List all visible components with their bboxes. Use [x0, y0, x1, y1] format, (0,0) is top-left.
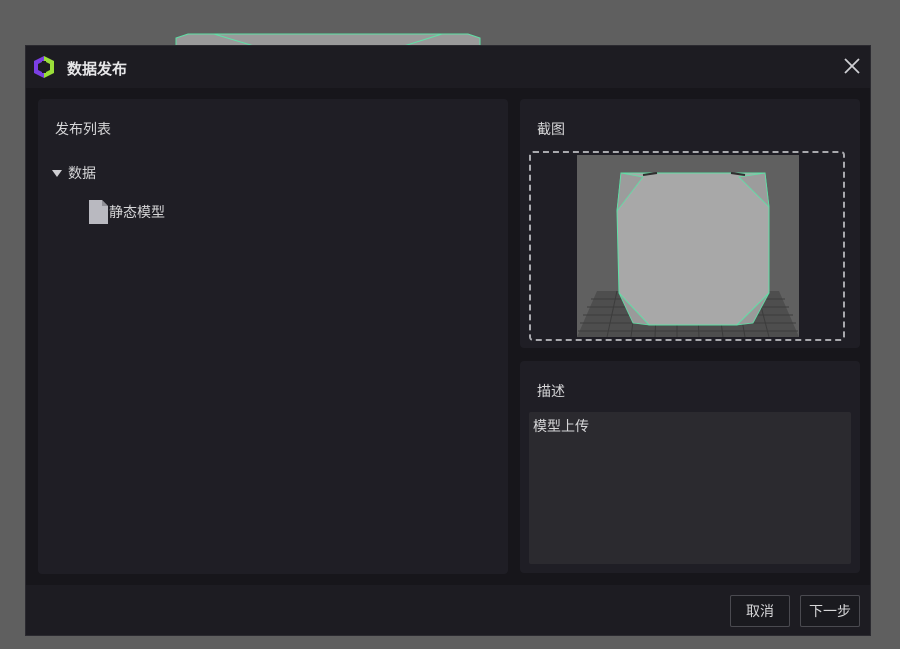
publish-list-panel: 发布列表 数据 静态模型 — [38, 99, 508, 574]
close-icon[interactable] — [842, 56, 862, 76]
next-button[interactable]: 下一步 — [800, 595, 860, 627]
description-panel: 描述 模型上传 — [520, 361, 860, 573]
tree-item-label: 静态模型 — [109, 205, 165, 221]
dialog-footer: 取消 下一步 — [26, 585, 870, 635]
tree-node-label: 数据 — [68, 166, 96, 182]
file-icon — [89, 200, 108, 224]
caret-down-icon[interactable] — [52, 169, 62, 177]
publish-list-title: 发布列表 — [55, 122, 111, 138]
app-logo-icon — [34, 56, 54, 78]
tree-item-static-model[interactable]: 静态模型 — [88, 199, 165, 225]
cancel-button[interactable]: 取消 — [730, 595, 790, 627]
description-title: 描述 — [537, 384, 565, 400]
screenshot-panel: 截图 — [520, 99, 860, 348]
dialog-titlebar: 数据发布 — [26, 46, 870, 88]
description-textarea[interactable]: 模型上传 — [529, 412, 851, 564]
screenshot-title: 截图 — [537, 122, 565, 138]
background-model-preview — [175, 33, 481, 46]
screenshot-dropzone[interactable] — [529, 151, 845, 341]
model-screenshot-image — [577, 155, 799, 337]
tree-node-data[interactable]: 数据 — [52, 163, 96, 183]
dialog-title: 数据发布 — [67, 60, 128, 78]
publish-dialog: 数据发布 发布列表 数据 静态模型 截图 描述 模型上传 取消 下一步 — [25, 45, 871, 636]
